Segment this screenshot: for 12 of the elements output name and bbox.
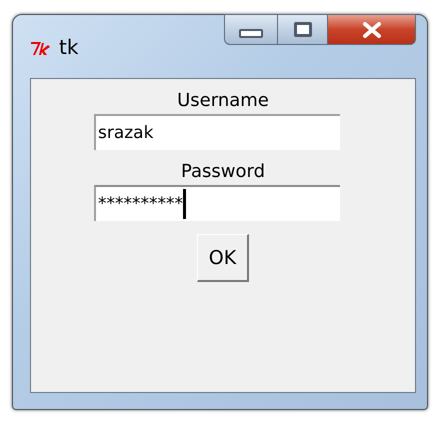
close-button[interactable] (328, 14, 416, 45)
maximize-button[interactable] (278, 14, 328, 45)
logo-icon (30, 40, 52, 56)
input-field[interactable]: ********** (94, 185, 340, 221)
text-cursor (183, 189, 186, 219)
minimize-button[interactable] (224, 14, 278, 45)
window-title: tk (59, 35, 78, 59)
field-label: Username (177, 89, 269, 113)
field-label: Password (180, 160, 266, 184)
ok-button[interactable]: OK (197, 234, 249, 282)
input-field[interactable]: srazak (94, 114, 340, 150)
close-icon (362, 22, 382, 38)
